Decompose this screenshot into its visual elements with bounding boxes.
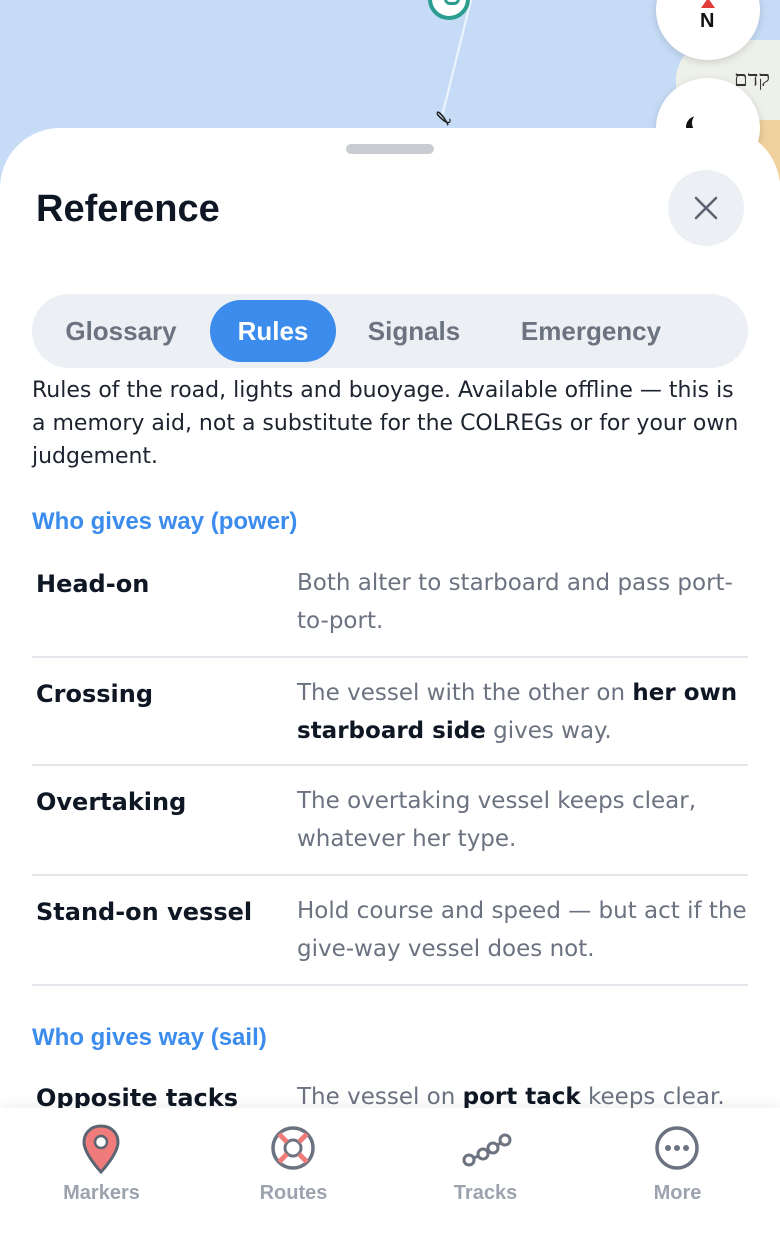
lifebuoy-icon [271,1126,315,1170]
reference-tabs: Glossary Rules Signals Emergency [32,294,748,368]
map-pin-icon [82,1124,120,1175]
rule-description-emphasis: port tack [462,1084,581,1110]
map-anchor-marker-icon[interactable] [428,0,470,20]
tab-signals[interactable]: Signals [354,300,474,362]
tab-rules[interactable]: Rules [210,300,336,362]
rule-term: Stand-on vessel [36,898,253,926]
nav-more[interactable]: More [580,1108,775,1240]
more-dots-icon [655,1126,699,1170]
rule-description: Hold course and speed — but act if the g… [297,898,747,962]
nav-markers[interactable]: Markers [4,1108,199,1240]
nav-tracks[interactable]: Tracks [388,1108,583,1240]
rule-row: Head-on Both alter to starboard and pass… [32,558,748,658]
sheet-drag-handle[interactable] [346,144,434,154]
nav-label: Markers [63,1182,140,1204]
rule-term: Head-on [36,570,150,598]
rule-description-text: The vessel with the other on [297,680,633,706]
map-depth-mark: ℓ [431,108,458,129]
compass-north-label: N [700,10,715,32]
close-icon [694,196,718,220]
rule-row: Stand-on vessel Hold course and speed — … [32,886,748,986]
rule-term: Crossing [36,680,153,708]
tab-glossary[interactable]: Glossary [50,300,192,362]
section-heading-power: Who gives way (power) [32,508,298,535]
sheet-title: Reference [36,188,220,230]
bottom-nav: Markers Routes Tracks More [0,1108,780,1240]
rule-row: Crossing The vessel with the other on he… [32,668,748,766]
rule-description-text: The vessel on [297,1084,463,1110]
rule-term: Overtaking [36,788,187,816]
reference-sheet: Reference Glossary Rules Signals Emergen… [0,128,780,1240]
nav-routes[interactable]: Routes [196,1108,391,1240]
close-button[interactable] [668,170,744,246]
rule-description-text: gives way. [485,718,612,744]
tab-emergency[interactable]: Emergency [502,300,680,362]
section-heading-sail: Who gives way (sail) [32,1024,267,1051]
rule-description: The overtaking vessel keeps clear, whate… [297,788,697,852]
nav-label: Routes [259,1182,328,1204]
nav-label: More [653,1182,702,1204]
compass-needle-icon [701,0,715,8]
intro-text: Rules of the road, lights and buoyage. A… [32,378,739,469]
rule-description: The vessel with the other on her own sta… [297,674,747,750]
track-nodes-icon [462,1133,512,1167]
rule-row: Overtaking The overtaking vessel keeps c… [32,776,748,876]
rule-description-text: keeps clear. [580,1084,725,1110]
rule-description: Both alter to starboard and pass port-to… [297,570,733,634]
nav-label: Tracks [453,1182,518,1204]
